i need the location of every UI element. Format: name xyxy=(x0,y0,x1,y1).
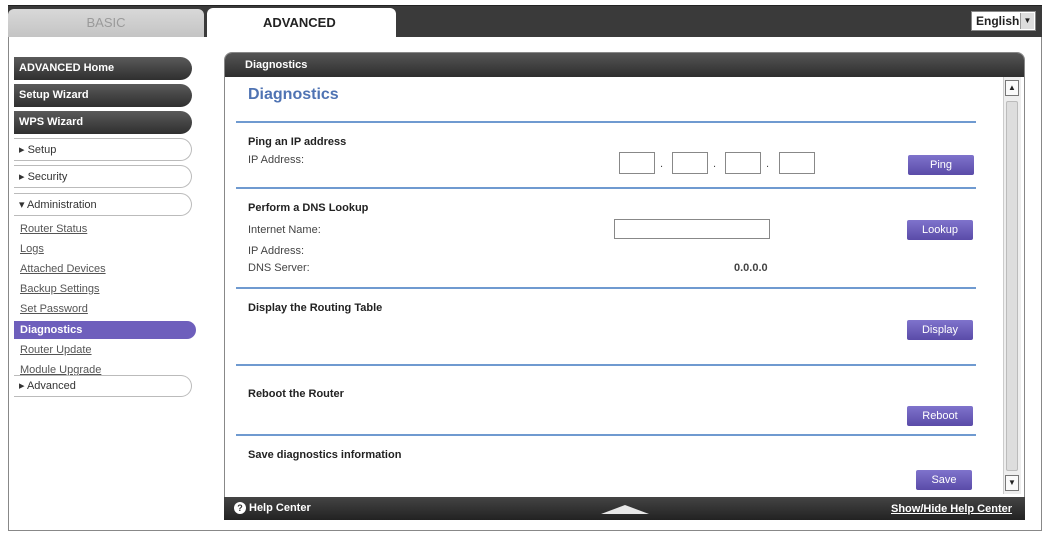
sidebar-sub-diagnostics[interactable]: Diagnostics xyxy=(14,321,196,339)
sidebar-sub-router-status[interactable]: Router Status xyxy=(20,223,87,235)
page-title: Diagnostics xyxy=(248,86,339,103)
help-icon: ? xyxy=(234,502,246,514)
ping-ip-octet-1[interactable] xyxy=(619,152,655,174)
show-hide-help-link[interactable]: Show/Hide Help Center xyxy=(891,503,1012,515)
scroll-thumb[interactable] xyxy=(1006,101,1018,471)
sidebar-sub-backup-settings[interactable]: Backup Settings xyxy=(20,283,100,295)
sidebar-item-administration[interactable]: ▾ Administration xyxy=(14,193,192,216)
sidebar-sub-attached-devices[interactable]: Attached Devices xyxy=(20,263,106,275)
sidebar-item-wps-wizard[interactable]: WPS Wizard xyxy=(14,111,192,134)
ping-ip-octet-4[interactable] xyxy=(779,152,815,174)
divider xyxy=(236,364,976,366)
tab-advanced[interactable]: ADVANCED xyxy=(207,8,396,37)
divider xyxy=(236,121,976,123)
scroll-up-icon[interactable]: ▲ xyxy=(1005,80,1019,96)
ping-ip-octet-2[interactable] xyxy=(672,152,708,174)
sidebar-item-setup[interactable]: ▸ Setup xyxy=(14,138,192,161)
ping-button[interactable]: Ping xyxy=(908,155,974,175)
ping-ip-octet-3[interactable] xyxy=(725,152,761,174)
ip-separator: . xyxy=(766,158,770,170)
language-select-value: English xyxy=(976,14,1020,28)
divider xyxy=(236,187,976,189)
ip-separator: . xyxy=(713,158,717,170)
sidebar-item-security[interactable]: ▸ Security xyxy=(14,165,192,188)
scroll-down-icon[interactable]: ▼ xyxy=(1005,475,1019,491)
sidebar-item-advanced-home[interactable]: ADVANCED Home xyxy=(14,57,192,80)
panel-scrollbar[interactable]: ▲ ▼ xyxy=(1003,77,1021,494)
tab-basic[interactable]: BASIC xyxy=(8,9,204,37)
chevron-down-icon[interactable]: ▼ xyxy=(1020,13,1034,29)
save-section-title: Save diagnostics information xyxy=(248,449,402,461)
sidebar-sub-logs[interactable]: Logs xyxy=(20,243,44,255)
reboot-button[interactable]: Reboot xyxy=(907,406,973,426)
internet-name-label: Internet Name: xyxy=(248,224,321,236)
reboot-section-title: Reboot the Router xyxy=(248,388,344,400)
help-center-link[interactable]: ? Help Center xyxy=(234,502,311,514)
ping-section-title: Ping an IP address xyxy=(248,136,347,148)
dns-server-label: DNS Server: xyxy=(248,262,310,274)
routing-section-title: Display the Routing Table xyxy=(248,302,383,314)
sidebar-item-setup-wizard[interactable]: Setup Wizard xyxy=(14,84,192,107)
dns-section-title: Perform a DNS Lookup xyxy=(248,202,369,214)
sidebar-sub-router-update[interactable]: Router Update xyxy=(20,344,92,356)
sidebar-item-advanced[interactable]: ▸ Advanced xyxy=(14,375,192,397)
dns-server-value: 0.0.0.0 xyxy=(734,262,768,274)
divider xyxy=(236,434,976,436)
sidebar-sub-set-password[interactable]: Set Password xyxy=(20,303,88,315)
ip-separator: . xyxy=(660,158,664,170)
display-button[interactable]: Display xyxy=(907,320,973,340)
expand-up-icon[interactable] xyxy=(601,505,649,514)
ping-ip-label: IP Address: xyxy=(248,154,305,166)
help-center-label: Help Center xyxy=(249,502,311,514)
internet-name-input[interactable] xyxy=(614,219,770,239)
language-select[interactable]: English ▼ xyxy=(971,11,1036,31)
divider xyxy=(236,287,976,289)
lookup-button[interactable]: Lookup xyxy=(907,220,973,240)
panel-header: Diagnostics xyxy=(225,53,1024,77)
save-button[interactable]: Save xyxy=(916,470,972,490)
dns-ip-label: IP Address: xyxy=(248,245,305,257)
